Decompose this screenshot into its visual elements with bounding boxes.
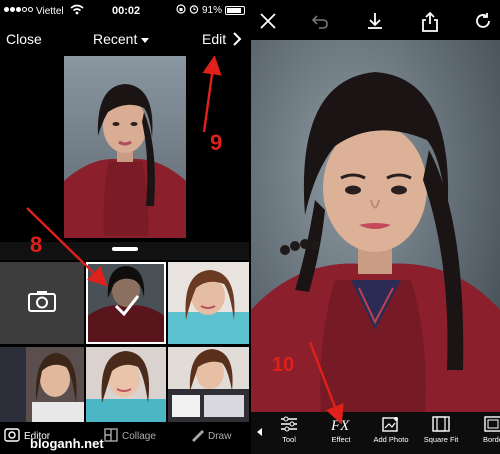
square-fit-label: Square Fit [423, 435, 459, 444]
album-dropdown[interactable]: Recent [93, 31, 150, 47]
photo-grid [0, 262, 249, 422]
camera-icon [28, 290, 56, 317]
border-button[interactable]: Borde [471, 416, 500, 444]
battery-percent: 91% [202, 5, 223, 16]
tutorial-screenshot: Viettel 00:02 91% Close Recent Edit Edit… [0, 0, 500, 454]
add-photo-label: Add Photo [373, 435, 409, 444]
chevron-right-icon[interactable] [232, 32, 242, 49]
svg-text:FX: FX [330, 418, 350, 432]
battery-icon [225, 6, 246, 15]
square-fit-icon [432, 416, 450, 432]
effect-button[interactable]: FX Effect [319, 416, 363, 444]
bottom-tab-bar: Editor Collage Draw bloganh.net [0, 422, 249, 454]
close-icon[interactable] [259, 12, 277, 35]
drag-handle[interactable] [112, 247, 138, 251]
border-label: Borde [482, 435, 500, 444]
draw-icon [190, 428, 204, 445]
refresh-icon[interactable] [474, 12, 492, 35]
step-8-label: 8 [30, 232, 43, 257]
signal-icon [4, 7, 33, 12]
tab-draw[interactable]: Draw [190, 428, 231, 445]
alarm-icon [189, 4, 199, 17]
editor-toolbar: Tool FX Effect Add Photo Square Fit Bord… [251, 412, 500, 454]
collage-icon [104, 428, 118, 445]
caret-left-icon[interactable] [257, 428, 262, 436]
editor-screen: Tool FX Effect Add Photo Square Fit Bord… [251, 0, 500, 454]
step-9-label: 9 [210, 130, 223, 155]
tool-button[interactable]: Tool [267, 416, 311, 444]
photo-thumbnail[interactable] [0, 347, 84, 422]
border-icon [484, 416, 500, 432]
add-photo-icon [382, 417, 398, 432]
picker-navbar: Close Recent Edit [0, 25, 249, 53]
selected-photo-preview [64, 56, 186, 238]
edit-button[interactable]: Edit [202, 31, 226, 47]
tab-collage-label: Collage [122, 431, 156, 442]
tab-collage[interactable]: Collage [104, 428, 156, 445]
photo-thumbnail[interactable] [168, 347, 249, 422]
close-button[interactable]: Close [6, 31, 42, 47]
editor-top-bar [251, 0, 500, 40]
share-icon[interactable] [421, 11, 439, 37]
lock-rotation-icon [176, 4, 186, 17]
download-icon[interactable] [366, 12, 384, 35]
tool-label: Tool [282, 435, 296, 444]
sliders-icon [281, 416, 297, 432]
photo-thumbnail[interactable] [168, 262, 249, 344]
camera-tile[interactable] [0, 262, 84, 344]
carrier-label: Viettel [36, 6, 64, 17]
fx-icon: FX [330, 418, 350, 432]
wifi-icon [70, 4, 84, 18]
add-photo-button[interactable]: Add Photo [369, 416, 413, 444]
step-10-label: 10 [272, 354, 295, 376]
editor-icon [4, 428, 20, 445]
tab-draw-label: Draw [208, 431, 232, 442]
clock: 00:02 [112, 5, 141, 17]
caret-down-icon [141, 37, 150, 43]
photo-thumbnail[interactable] [86, 347, 166, 422]
effect-label: Effect [331, 435, 351, 444]
status-bar: Viettel 00:02 91% [0, 0, 249, 24]
watermark: bloganh.net [30, 436, 104, 451]
undo-icon[interactable] [311, 12, 329, 35]
photo-picker-screen: Viettel 00:02 91% Close Recent Edit Edit… [0, 0, 249, 454]
square-fit-button[interactable]: Square Fit [419, 416, 463, 444]
album-dropdown-label: Recent [93, 31, 138, 47]
photo-thumbnail-selected[interactable] [86, 262, 166, 344]
